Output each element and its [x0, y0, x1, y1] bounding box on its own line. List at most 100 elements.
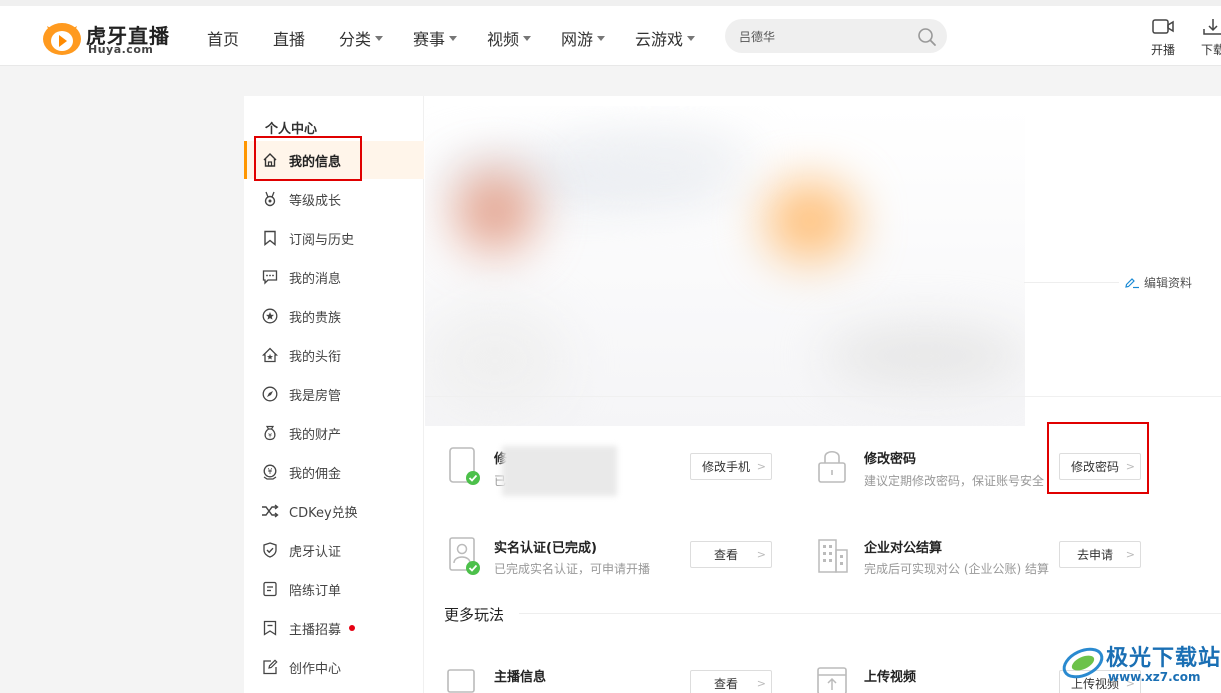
sidebar-item-label: 创作中心: [289, 661, 342, 677]
watermark-logo-icon: [1062, 647, 1104, 679]
camera-icon: [1152, 19, 1174, 34]
huya-mascot-icon: [43, 23, 81, 55]
divider: [519, 613, 1221, 614]
nav-cloud-games-label: 云游戏: [635, 30, 684, 49]
sidebar-item-label: 等级成长: [289, 193, 342, 209]
enterprise-title: 企业对公结算: [864, 541, 943, 556]
realname-title: 实名认证(已完成): [494, 541, 597, 556]
nav-cloud-games[interactable]: 云游戏: [635, 26, 696, 50]
nav-online-games[interactable]: 网游: [561, 26, 606, 50]
sidebar-item-assets[interactable]: ¥ 我的财产: [244, 414, 424, 452]
sidebar-item-cdkey[interactable]: CDKey兑换: [244, 492, 424, 530]
top-navigation-bar: 虎牙直播 Huya.com 首页 直播 分类 赛事 视频 网游 云游戏 开播 下…: [0, 0, 1221, 66]
sidebar-item-label: CDKey兑换: [289, 505, 358, 521]
enterprise-desc: 完成后可实现对公 (企业公账) 结算: [864, 562, 1049, 576]
sidebar-item-label: 我的财产: [289, 427, 342, 443]
nav-category[interactable]: 分类: [339, 26, 384, 50]
view-realname-button[interactable]: 查看 >: [690, 541, 772, 568]
chevron-down-icon: [687, 36, 696, 41]
sidebar-item-verification[interactable]: 虎牙认证: [244, 531, 424, 569]
star-icon: [260, 306, 280, 326]
sidebar-item-nobility[interactable]: 我的贵族: [244, 297, 424, 335]
sidebar-item-level[interactable]: 等级成长: [244, 180, 424, 218]
sidebar-title: 个人中心: [265, 122, 318, 137]
start-broadcast-label: 开播: [1150, 43, 1175, 57]
sidebar-item-creator-center[interactable]: 创作中心: [244, 648, 424, 686]
sidebar-item-room-admin[interactable]: 我是房管: [244, 375, 424, 413]
divider: [425, 396, 1221, 397]
more-features-title: 更多玩法: [444, 606, 505, 624]
download-label: 下载: [1200, 43, 1221, 57]
flag-icon: [260, 618, 280, 638]
start-broadcast-button[interactable]: 开播: [1143, 17, 1183, 58]
blur-shape: [825, 326, 1025, 386]
nav-home[interactable]: 首页: [207, 26, 239, 50]
search-icon[interactable]: [917, 27, 937, 47]
shield-check-icon: [260, 540, 280, 560]
apply-enterprise-label: 去申请: [1076, 548, 1113, 562]
nav-esports[interactable]: 赛事: [413, 26, 458, 50]
highlight-box-change-password: [1047, 422, 1149, 494]
sidebar-item-label: 我的佣金: [289, 466, 342, 482]
change-phone-button[interactable]: 修改手机 >: [690, 453, 772, 480]
change-phone-label: 修改手机: [701, 460, 750, 474]
edit-profile-link[interactable]: 编辑资料: [1124, 274, 1192, 291]
highlight-box-my-info: [254, 136, 362, 181]
chevron-right-icon: >: [756, 677, 766, 690]
view-realname-label: 查看: [713, 548, 738, 562]
sidebar-item-messages[interactable]: 我的消息: [244, 258, 424, 296]
site-watermark: 极光下载站 www.xz7.com: [1058, 636, 1221, 693]
view-streamer-info-label: 查看: [713, 677, 738, 691]
apply-enterprise-button[interactable]: 去申请 >: [1059, 541, 1141, 568]
profile-banner-blurred: [425, 106, 1025, 426]
sidebar-item-label: 主播招募: [289, 622, 342, 638]
house-badge-icon: [260, 345, 280, 365]
realname-desc: 已完成实名认证，可申请开播: [494, 562, 651, 576]
upload-video-title: 上传视频: [864, 670, 917, 685]
sidebar-item-label: 虎牙认证: [289, 544, 342, 560]
sidebar-item-label: 我的贵族: [289, 310, 342, 326]
sidebar-item-coaching-orders[interactable]: 陪练订单: [244, 570, 424, 608]
download-button[interactable]: 下载: [1193, 17, 1221, 58]
view-streamer-info-button[interactable]: 查看 >: [690, 670, 772, 693]
yen-coin-icon: ¥: [260, 462, 280, 482]
personal-center-card: 个人中心 我的信息 等级成长 订阅与历史 我的消息 我的贵族 我的头衔 我是房管: [244, 96, 1221, 693]
nav-esports-label: 赛事: [413, 30, 446, 49]
chevron-down-icon: [597, 36, 606, 41]
huya-logo[interactable]: 虎牙直播 Huya.com: [42, 18, 172, 58]
shuffle-icon: [260, 501, 280, 521]
download-icon: [1203, 19, 1221, 35]
chevron-right-icon: >: [756, 548, 766, 561]
nav-home-label: 首页: [207, 30, 240, 49]
money-bag-icon: ¥: [260, 423, 280, 443]
sidebar-item-label: 我的头衔: [289, 349, 342, 365]
search-box: [725, 19, 947, 53]
order-icon: [260, 579, 280, 599]
sidebar-item-streamer-recruit[interactable]: 主播招募: [244, 609, 424, 647]
nav-live-label: 直播: [273, 30, 306, 49]
nav-video-label: 视频: [487, 30, 520, 49]
sidebar-item-subscriptions[interactable]: 订阅与历史: [244, 219, 424, 257]
sidebar-item-titles[interactable]: 我的头衔: [244, 336, 424, 374]
search-input[interactable]: [739, 27, 909, 45]
svg-text:¥: ¥: [268, 467, 273, 476]
phone-verified-icon: [449, 447, 480, 485]
logo-domain: Huya.com: [88, 43, 154, 56]
building-icon: [818, 539, 848, 573]
streamer-info-title: 主播信息: [494, 670, 547, 685]
avatar-blurred: [455, 171, 535, 251]
watermark-text: 极光下载站: [1106, 646, 1221, 671]
sidebar: 个人中心 我的信息 等级成长 订阅与历史 我的消息 我的贵族 我的头衔 我是房管: [244, 96, 424, 693]
notification-dot: [349, 625, 356, 631]
blur-shape: [425, 306, 565, 416]
chevron-right-icon: >: [1125, 548, 1135, 561]
sidebar-item-commission[interactable]: ¥ 我的佣金: [244, 453, 424, 491]
id-verified-icon: [449, 537, 480, 575]
pencil-icon: [1125, 277, 1139, 288]
compass-icon: [260, 384, 280, 404]
nav-live[interactable]: 直播: [273, 26, 305, 50]
chevron-down-icon: [449, 36, 458, 41]
sidebar-item-label: 我是房管: [289, 388, 342, 404]
nav-video[interactable]: 视频: [487, 26, 532, 50]
sidebar-item-label: 订阅与历史: [289, 232, 355, 248]
